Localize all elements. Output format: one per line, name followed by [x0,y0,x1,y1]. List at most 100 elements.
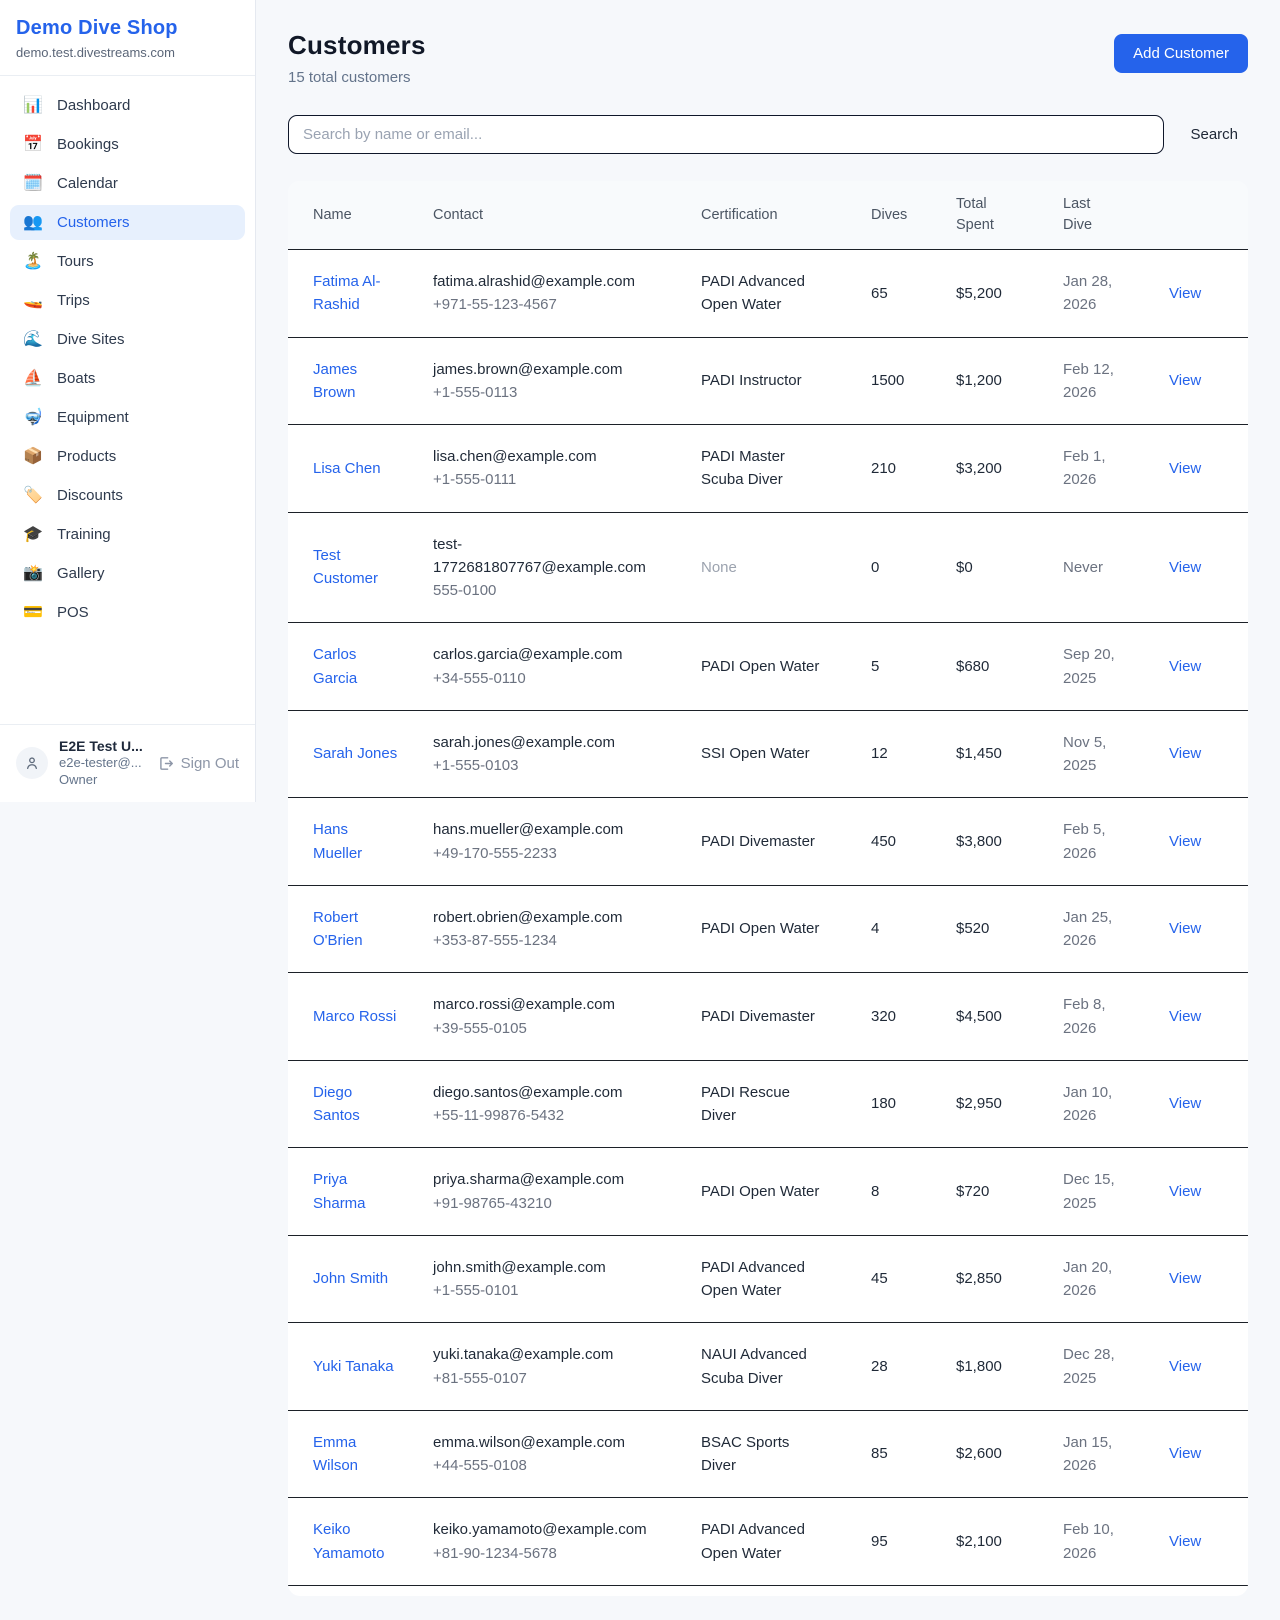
trips-icon: 🚤 [22,293,44,309]
view-link[interactable]: View [1169,1008,1201,1025]
view-link[interactable]: View [1169,1358,1201,1375]
table-row: Priya Sharma priya.sharma@example.com +9… [288,1148,1248,1236]
search-input[interactable] [288,115,1164,154]
total-spent-value: $1,200 [956,337,1063,425]
dives-value: 65 [871,250,956,338]
contact-cell: sarah.jones@example.com +1-555-0103 [433,710,701,798]
pos-icon: 💳 [22,605,44,621]
sidebar-item[interactable]: 👥 Customers [10,205,245,240]
view-link[interactable]: View [1169,372,1201,389]
table-row: Robert O'Brien robert.obrien@example.com… [288,885,1248,973]
customer-name-link[interactable]: James Brown [313,358,401,405]
col-header-last-dive: Last Dive [1063,181,1169,250]
table-row: James Brown james.brown@example.com +1-5… [288,337,1248,425]
customer-phone: +91-98765-43210 [433,1192,687,1215]
customer-email: emma.wilson@example.com [433,1431,651,1454]
customer-name-link[interactable]: John Smith [313,1267,388,1290]
customer-phone: +81-90-1234-5678 [433,1542,687,1565]
customer-name-link[interactable]: Keiko Yamamoto [313,1518,401,1565]
customer-phone: +1-555-0103 [433,754,687,777]
sidebar-item[interactable]: 📊 Dashboard [10,88,245,123]
sidebar-nav: 📊 Dashboard 📅 Bookings 🗓️ Calendar 👥 Cus… [0,76,255,724]
sidebar-item[interactable]: 🗓️ Calendar [10,166,245,201]
sidebar-item-label: Tours [57,253,94,270]
last-dive-value: Nov 5, 2025 [1063,731,1123,778]
customer-name-link[interactable]: Robert O'Brien [313,906,401,953]
sidebar-item[interactable]: 📦 Products [10,439,245,474]
customer-name-link[interactable]: Carlos Garcia [313,643,401,690]
view-link[interactable]: View [1169,745,1201,762]
sidebar-item[interactable]: ⛵ Boats [10,361,245,396]
shop-title: Demo Dive Shop [16,17,239,40]
contact-cell: test-1772681807767@example.com 555-0100 [433,512,701,623]
customer-name-link[interactable]: Sarah Jones [313,742,397,765]
view-link[interactable]: View [1169,1270,1201,1287]
view-link[interactable]: View [1169,1183,1201,1200]
col-header-dives: Dives [871,181,956,250]
equipment-icon: 🤿 [22,410,44,426]
customer-phone: +353-87-555-1234 [433,929,687,952]
customer-name-link[interactable]: Yuki Tanaka [313,1355,394,1378]
sidebar-item[interactable]: 🚤 Trips [10,283,245,318]
tours-icon: 🏝️ [22,254,44,270]
customer-name-link[interactable]: Diego Santos [313,1081,401,1128]
sidebar-item[interactable]: 📅 Bookings [10,127,245,162]
last-dive-value: Dec 28, 2025 [1063,1343,1123,1390]
sign-out-button[interactable]: Sign Out [157,755,239,772]
person-icon [24,755,40,771]
col-header-actions [1169,181,1248,250]
sidebar-item-label: Training [57,526,111,543]
customer-name-link[interactable]: Emma Wilson [313,1431,401,1478]
last-dive-value: Feb 5, 2026 [1063,818,1123,865]
dives-value: 28 [871,1323,956,1411]
sidebar-item-label: Bookings [57,136,119,153]
table-row: Hans Mueller hans.mueller@example.com +4… [288,798,1248,886]
total-spent-value: $520 [956,885,1063,973]
total-spent-value: $2,950 [956,1060,1063,1148]
sidebar-item-label: Dive Sites [57,331,125,348]
customer-name-link[interactable]: Lisa Chen [313,457,381,480]
table-row: Carlos Garcia carlos.garcia@example.com … [288,623,1248,711]
customer-name-link[interactable]: Hans Mueller [313,818,401,865]
add-customer-button[interactable]: Add Customer [1114,34,1248,73]
customer-name-link[interactable]: Fatima Al-Rashid [313,270,401,317]
col-header-name: Name [288,181,433,250]
last-dive-value: Jan 20, 2026 [1063,1256,1123,1303]
view-link[interactable]: View [1169,1445,1201,1462]
customer-email: sarah.jones@example.com [433,731,651,754]
contact-cell: lisa.chen@example.com +1-555-0111 [433,425,701,513]
customer-name-link[interactable]: Priya Sharma [313,1168,401,1215]
dives-value: 95 [871,1498,956,1586]
view-link[interactable]: View [1169,658,1201,675]
sidebar-item[interactable]: 🎓 Training [10,517,245,552]
certification-value: PADI Rescue Diver [701,1081,827,1128]
sidebar-item[interactable]: 🏷️ Discounts [10,478,245,513]
user-name: E2E Test U... [59,738,146,754]
view-link[interactable]: View [1169,920,1201,937]
search-button[interactable]: Search [1180,118,1248,151]
main-content: Customers 15 total customers Add Custome… [256,0,1280,1620]
sidebar-item-label: Products [57,448,116,465]
view-link[interactable]: View [1169,559,1201,576]
last-dive-value: Never [1063,556,1103,579]
dive-sites-icon: 🌊 [22,332,44,348]
dives-value: 210 [871,425,956,513]
customer-phone: +49-170-555-2233 [433,842,687,865]
sidebar-item[interactable]: 🏝️ Tours [10,244,245,279]
sign-out-icon [157,755,174,772]
view-link[interactable]: View [1169,833,1201,850]
customer-name-link[interactable]: Test Customer [313,544,401,591]
customer-name-link[interactable]: Marco Rossi [313,1005,396,1028]
view-link[interactable]: View [1169,1095,1201,1112]
sidebar-item[interactable]: 🌊 Dive Sites [10,322,245,357]
view-link[interactable]: View [1169,285,1201,302]
sidebar-item[interactable]: 🤿 Equipment [10,400,245,435]
customer-phone: +971-55-123-4567 [433,293,687,316]
sidebar-item[interactable]: 📸 Gallery [10,556,245,591]
view-link[interactable]: View [1169,460,1201,477]
customer-phone: +44-555-0108 [433,1454,687,1477]
view-link[interactable]: View [1169,1533,1201,1550]
dives-value: 320 [871,973,956,1061]
sidebar-item[interactable]: 💳 POS [10,595,245,630]
avatar [16,747,48,779]
